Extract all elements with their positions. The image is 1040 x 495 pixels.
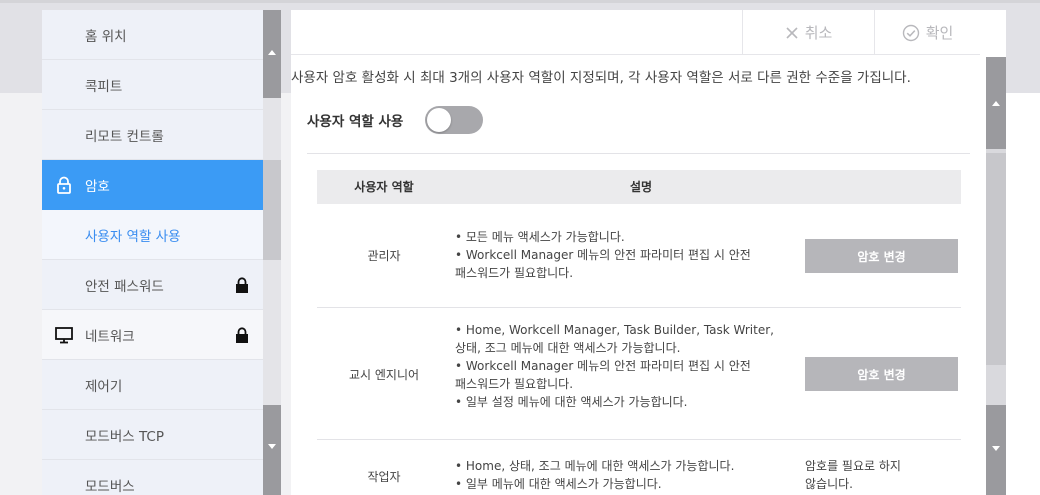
scroll-down-button[interactable] [263,405,281,495]
close-icon [786,26,798,39]
table-row: 교시 엔지니어 • Home, Workcell Manager, Task B… [317,308,961,440]
monitor-icon [54,325,74,345]
chevron-down-icon [268,444,276,449]
table-row: 작업자 • Home, 상태, 조그 메뉴에 대한 액세스가 가능합니다. • … [317,440,961,495]
description-line: • 일부 설정 메뉴에 대한 액세스가 가능합니다. [455,395,688,409]
scrollbar-thumb[interactable] [986,153,1006,365]
description-text: 사용자 암호 활성화 시 최대 3개의 사용자 역할이 지정되며, 각 사용자 … [291,70,911,86]
change-password-button[interactable]: 암호 변경 [805,239,958,273]
description-line: • Home, Workcell Manager, Task Builder, … [455,323,774,337]
description-line: • 일부 메뉴에 대한 액세스가 가능합니다. [455,477,662,491]
lock-icon [54,175,74,195]
sidebar-item-safety-password[interactable]: 안전 패스워드 [42,260,263,310]
sidebar-item-label: 네트워크 [85,328,135,345]
chevron-down-icon [992,446,1000,451]
sidebar-item-password[interactable]: 암호 [42,160,263,210]
sidebar-item-modbus-tcp[interactable]: 모드버스 TCP [42,410,263,460]
chevron-up-icon [992,101,1000,106]
lock-icon [235,276,249,293]
cancel-label: 취소 [804,24,833,42]
sidebar-item-cockpit[interactable]: 콕피트 [42,60,263,110]
sidebar-item-label: 콕피트 [85,78,123,95]
column-header-role: 사용자 역할 [354,180,414,194]
description-line: • Workcell Manager 메뉴의 안전 파라미터 편집 시 안전 [455,248,751,262]
cancel-button[interactable]: 취소 [742,10,874,55]
table-row: 관리자 • 모든 메뉴 액세스가 가능합니다. • Workcell Manag… [317,204,961,308]
description-line: 패스워드가 필요합니다. [455,266,574,280]
role-description: • Home, Workcell Manager, Task Builder, … [455,321,811,411]
settings-sidebar: 홈 위치 콕피트 리모트 컨트롤 암호 사용자 역할 사용 안전 패스워드 네트… [42,10,263,495]
sidebar-item-label: 암호 [85,179,110,195]
role-description: • 모든 메뉴 액세스가 가능합니다. • Workcell Manager 메… [455,228,811,282]
sidebar-item-label: 안전 패스워드 [85,278,164,295]
note-line: 암호를 필요로 하지 [805,459,901,473]
role-name: 관리자 [367,249,401,263]
lock-icon [235,326,249,343]
sidebar-item-remote-control[interactable]: 리모트 컨트롤 [42,110,263,160]
sidebar-item-label: 모드버스 [85,478,135,495]
check-circle-icon [902,24,919,41]
sidebar-item-label: 사용자 역할 사용 [85,228,181,245]
description-line: • 모든 메뉴 액세스가 가능합니다. [455,230,625,244]
sidebar-item-label: 홈 위치 [85,28,127,45]
confirm-label: 확인 [925,24,954,42]
chevron-up-icon [268,50,276,55]
role-name: 작업자 [367,470,401,484]
background-right-strip [1006,93,1040,495]
main-scrollbar[interactable] [986,57,1006,495]
no-password-note: 암호를 필요로 하지 않습니다. [805,457,901,493]
description-line: 상태, 조그 메뉴에 대한 액세스가 가능합니다. [455,341,681,355]
confirm-button[interactable]: 확인 [874,10,980,55]
user-role-toggle[interactable] [425,106,484,134]
user-role-toggle-row: 사용자 역할 사용 [307,106,484,134]
sidebar-item-user-role[interactable]: 사용자 역할 사용 [42,210,263,260]
sidebar-item-label: 제어기 [85,378,123,395]
sidebar-item-home-position[interactable]: 홈 위치 [42,10,263,60]
action-bar: 취소 확인 [291,10,980,55]
description-line: 패스워드가 필요합니다. [455,377,574,391]
toggle-knob [427,108,452,132]
sidebar-item-controller[interactable]: 제어기 [42,360,263,410]
description-line: • Workcell Manager 메뉴의 안전 파라미터 편집 시 안전 [455,359,751,373]
sidebar-item-label: 리모트 컨트롤 [85,128,164,145]
table-header: 사용자 역할 설명 [317,170,961,204]
sidebar-item-label: 모드버스 TCP [85,428,164,445]
top-edge-line [0,0,1040,3]
role-description: • Home, 상태, 조그 메뉴에 대한 액세스가 가능합니다. • 일부 메… [455,457,811,493]
main-panel: 취소 확인 사용자 암호 활성화 시 최대 3개의 사용자 역할이 지정되며, … [291,10,1006,495]
sidebar-item-modbus[interactable]: 모드버스 [42,460,263,495]
sidebar-item-network[interactable]: 네트워크 [42,310,263,360]
column-header-description: 설명 [629,180,653,194]
toggle-label: 사용자 역할 사용 [307,114,404,130]
sidebar-scrollbar[interactable] [263,10,281,495]
role-name: 교시 엔지니어 [348,368,420,382]
scrollbar-thumb[interactable] [263,160,281,260]
note-line: 않습니다. [805,477,853,491]
change-password-button[interactable]: 암호 변경 [805,357,958,391]
section-divider [307,153,970,154]
description-line: • Home, 상태, 조그 메뉴에 대한 액세스가 가능합니다. [455,459,735,473]
